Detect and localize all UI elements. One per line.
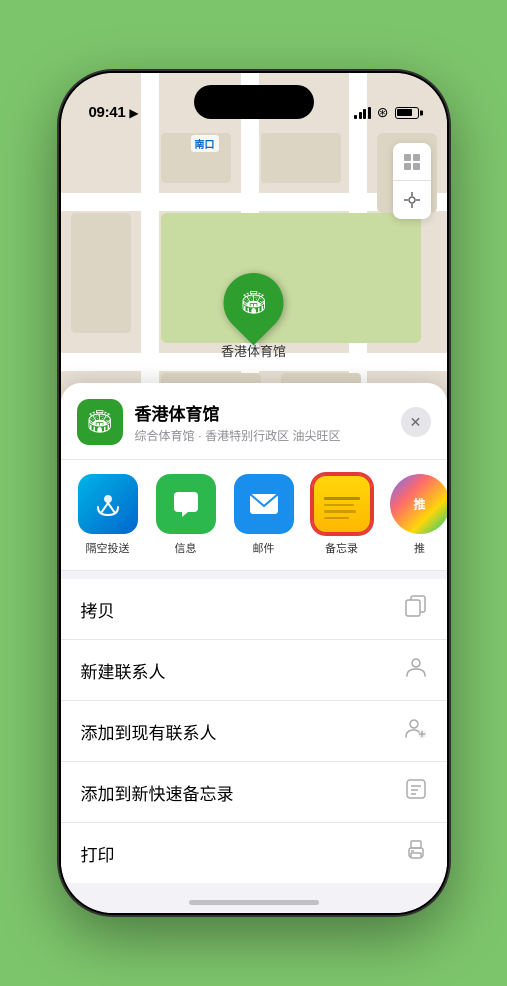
note-icon bbox=[405, 778, 427, 806]
copy-icon bbox=[405, 595, 427, 623]
airdrop-icon bbox=[78, 474, 138, 534]
place-header: 🏟 香港体育馆 综合体育馆 · 香港特别行政区 油尖旺区 ✕ bbox=[61, 383, 447, 460]
phone-screen: 09:41 ▶ ⊛ bbox=[61, 73, 447, 913]
person-icon bbox=[405, 656, 427, 684]
mail-icon bbox=[234, 474, 294, 534]
share-item-notes[interactable]: 备忘录 bbox=[307, 474, 377, 556]
home-area bbox=[61, 883, 447, 913]
airdrop-label: 隔空投送 bbox=[86, 540, 130, 556]
share-item-more[interactable]: 推 推 bbox=[385, 474, 447, 556]
share-item-mail[interactable]: 邮件 bbox=[229, 474, 299, 556]
action-print[interactable]: 打印 bbox=[61, 823, 447, 883]
action-add-existing-label: 添加到现有联系人 bbox=[81, 719, 217, 744]
close-button[interactable]: ✕ bbox=[401, 407, 431, 437]
mail-label: 邮件 bbox=[253, 540, 275, 556]
notes-line bbox=[324, 517, 349, 520]
location-arrow-icon: ▶ bbox=[129, 106, 138, 120]
close-icon: ✕ bbox=[410, 414, 422, 431]
status-icons: ⊛ bbox=[354, 104, 418, 121]
share-actions-row: 隔空投送 信息 bbox=[61, 460, 447, 571]
print-icon bbox=[405, 839, 427, 867]
action-list: 拷贝 新建联系人 bbox=[61, 579, 447, 883]
bottom-sheet: 🏟 香港体育馆 综合体育馆 · 香港特别行政区 油尖旺区 ✕ bbox=[61, 383, 447, 913]
action-copy[interactable]: 拷贝 bbox=[61, 579, 447, 640]
pin-circle: 🏟 bbox=[211, 261, 296, 346]
messages-label: 信息 bbox=[175, 540, 197, 556]
action-add-existing-contact[interactable]: 添加到现有联系人 bbox=[61, 701, 447, 762]
status-time: 09:41 bbox=[89, 104, 126, 121]
share-item-airdrop[interactable]: 隔空投送 bbox=[73, 474, 143, 556]
place-subtitle: 综合体育馆 · 香港特别行政区 油尖旺区 bbox=[135, 427, 389, 444]
map-controls bbox=[393, 143, 431, 219]
place-logo: 🏟 bbox=[77, 399, 123, 445]
map-green-area bbox=[161, 213, 421, 343]
map-block bbox=[261, 133, 341, 183]
notes-line bbox=[324, 497, 360, 500]
more-label: 推 bbox=[414, 540, 425, 556]
place-name: 香港体育馆 bbox=[135, 400, 389, 425]
place-logo-icon: 🏟 bbox=[86, 409, 114, 435]
more-icon: 推 bbox=[390, 474, 447, 534]
location-button[interactable] bbox=[393, 181, 431, 219]
more-label-inner: 推 bbox=[411, 498, 428, 510]
action-add-quick-note[interactable]: 添加到新快速备忘录 bbox=[61, 762, 447, 823]
location-pin: 🏟 香港体育馆 bbox=[221, 273, 286, 360]
notes-line bbox=[324, 510, 356, 513]
action-new-contact-label: 新建联系人 bbox=[81, 658, 166, 683]
map-label-nankou: 南口 bbox=[191, 135, 219, 152]
share-item-messages[interactable]: 信息 bbox=[151, 474, 221, 556]
pin-inner: 🏟 bbox=[232, 282, 274, 324]
home-indicator bbox=[189, 900, 319, 905]
action-copy-label: 拷贝 bbox=[81, 597, 115, 622]
phone-frame: 09:41 ▶ ⊛ bbox=[59, 71, 449, 915]
notes-lines bbox=[324, 497, 360, 519]
notes-line bbox=[324, 504, 355, 507]
signal-bars-icon bbox=[354, 107, 371, 119]
action-new-contact[interactable]: 新建联系人 bbox=[61, 640, 447, 701]
map-type-button[interactable] bbox=[393, 143, 431, 181]
action-print-label: 打印 bbox=[81, 841, 115, 866]
battery-icon bbox=[395, 107, 419, 119]
wifi-icon: ⊛ bbox=[377, 104, 389, 121]
action-quick-note-label: 添加到新快速备忘录 bbox=[81, 780, 234, 805]
dynamic-island bbox=[194, 85, 314, 119]
person-add-icon bbox=[405, 717, 427, 745]
map-block bbox=[71, 213, 131, 333]
notes-icon bbox=[312, 474, 372, 534]
notes-label: 备忘录 bbox=[325, 540, 358, 556]
stadium-icon: 🏟 bbox=[240, 290, 268, 316]
place-info: 香港体育馆 综合体育馆 · 香港特别行政区 油尖旺区 bbox=[135, 400, 389, 444]
messages-icon bbox=[156, 474, 216, 534]
